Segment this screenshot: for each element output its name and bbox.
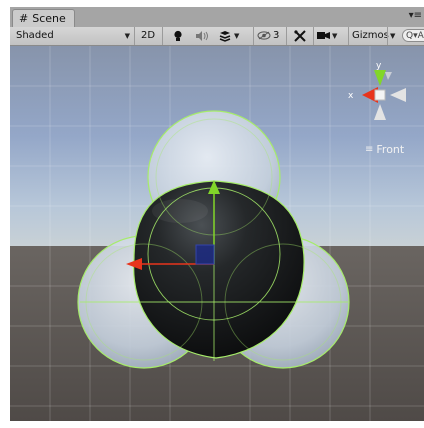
scene-toolbar: Shaded ▼ 2D ▼ 3 ▼ Gizmos ▼ Q▾A [10, 27, 424, 46]
view-label-text: Front [376, 143, 405, 156]
gizmo-neg-y-cone[interactable] [374, 104, 386, 120]
toolbar-divider [387, 27, 388, 45]
audio-toggle-button[interactable] [192, 28, 212, 43]
lightbulb-icon [174, 30, 182, 41]
gizmos-label: Gizmos [352, 30, 389, 41]
gizmo-neg-x-cone[interactable] [390, 88, 406, 102]
move-handle-center[interactable] [195, 244, 215, 265]
tools-icon [294, 29, 306, 42]
gizmo-center-cube[interactable] [374, 89, 386, 101]
camera-settings-dropdown[interactable]: ▼ [317, 28, 345, 43]
tab-menu-icon[interactable]: ▾≡ [409, 10, 422, 21]
chevron-down-icon[interactable]: ▼ [390, 28, 395, 43]
chevron-down-icon: ▼ [332, 31, 338, 40]
shading-mode-dropdown[interactable]: Shaded ▼ [14, 28, 132, 43]
gizmo-z-cone[interactable] [385, 72, 392, 80]
gizmo-x-label: x [348, 91, 354, 101]
toolbar-divider [162, 27, 163, 45]
hidden-objects-toggle[interactable]: 3 [257, 28, 283, 43]
gizmos-dropdown[interactable]: Gizmos [349, 28, 391, 43]
camera-icon [317, 32, 330, 39]
audio-icon [196, 30, 208, 41]
toolbar-divider [134, 27, 135, 45]
toolbar-divider [286, 27, 287, 45]
toolbar-divider [253, 27, 254, 45]
2d-toggle-label: 2D [140, 30, 156, 41]
chevron-down-icon: ▼ [124, 31, 130, 40]
scene-viewport[interactable]: y x ≡ Front [10, 46, 424, 421]
search-placeholder: Q▾All [406, 30, 424, 41]
toolbar-divider [313, 27, 314, 45]
visibility-icon [257, 31, 271, 40]
tools-toggle-button[interactable] [290, 28, 310, 43]
gizmo-y-cone[interactable] [374, 70, 386, 86]
scene-grid-icon: # [19, 12, 29, 25]
shading-mode-label: Shaded [16, 30, 54, 41]
effects-dropdown[interactable]: ▼ [218, 28, 250, 43]
chevron-down-icon: ▼ [234, 31, 240, 40]
2d-toggle-button[interactable]: 2D [138, 28, 158, 43]
tab-scene[interactable]: # Scene [12, 9, 75, 27]
hidden-objects-count: 3 [273, 30, 280, 41]
list-icon: ≡ [365, 144, 374, 155]
orientation-gizmo[interactable]: y x [348, 60, 412, 124]
view-label[interactable]: ≡ Front [365, 143, 404, 156]
tab-bar: # Scene ▾≡ [10, 7, 424, 27]
gizmo-y-label: y [376, 61, 382, 71]
effects-icon [219, 30, 231, 42]
tab-scene-label: Scene [32, 12, 66, 25]
search-input[interactable]: Q▾All [402, 29, 424, 42]
lighting-toggle-button[interactable] [168, 28, 188, 43]
scene-window: # Scene ▾≡ Shaded ▼ 2D ▼ 3 ▼ Gizmos ▼ Q▾… [10, 7, 424, 421]
